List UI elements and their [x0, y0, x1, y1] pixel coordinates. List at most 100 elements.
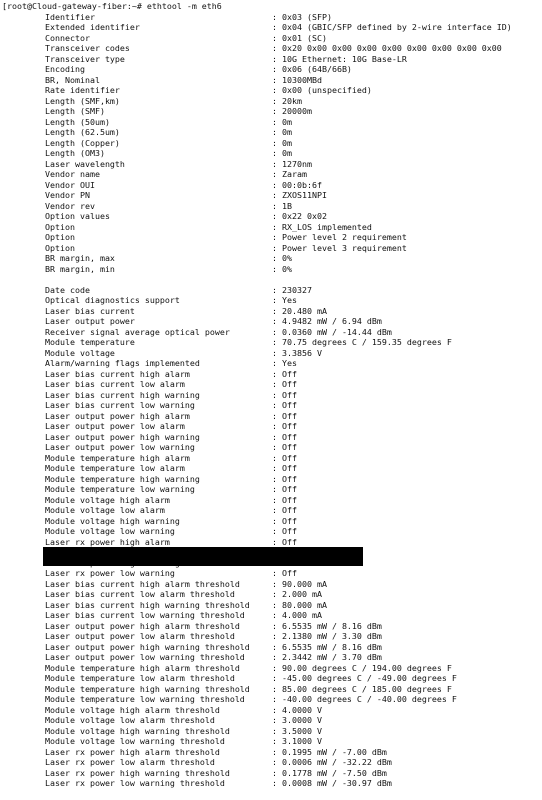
field-separator: :: [272, 190, 277, 200]
field-separator: :: [272, 368, 277, 379]
field-separator: :: [272, 662, 277, 673]
field-name: Encoding: [45, 64, 85, 74]
field-separator: :: [272, 242, 277, 253]
field-separator: :: [272, 43, 277, 53]
field-name: Length (SMF,km): [45, 95, 120, 106]
field-separator: :: [272, 316, 277, 326]
output-row: Laser bias current high alarm: Off: [0, 369, 542, 380]
field-separator: :: [272, 484, 277, 494]
field-value: Off: [282, 463, 297, 473]
field-separator: :: [272, 211, 277, 221]
field-value: Off: [282, 494, 297, 505]
field-name: Module temperature high alarm: [45, 452, 190, 463]
field-value: 20.480 mA: [282, 305, 327, 316]
field-name: Laser bias current high warning: [45, 389, 200, 400]
output-row: BR, Nominal:10300MBd: [0, 75, 542, 86]
field-separator: :: [272, 463, 277, 473]
output-row: Module voltage:3.3856 V: [0, 348, 542, 359]
field-name: Laser bias current low warning: [45, 400, 195, 410]
field-name: Transceiver codes: [45, 43, 130, 53]
field-name: Module voltage high warning threshold: [45, 725, 230, 736]
field-name: Laser output power low alarm: [45, 421, 185, 431]
output-row: Module voltage low alarm: Off: [0, 505, 542, 516]
field-value: 0%: [282, 253, 292, 263]
field-separator: :: [272, 494, 277, 505]
field-separator: :: [272, 379, 277, 389]
field-value: 6.5535 mW / 8.16 dBm: [282, 620, 382, 631]
field-separator: :: [272, 116, 277, 127]
output-row: Module temperature low alarm threshold: -…: [0, 673, 542, 684]
field-name: Laser output power high warning: [45, 431, 200, 442]
output-row: Laser wavelength:1270nm: [0, 159, 542, 170]
output-row: Laser bias current:20.480 mA: [0, 306, 542, 317]
field-name: Module temperature low warning: [45, 484, 195, 494]
field-value: 0x03 (SFP): [282, 11, 332, 22]
output-row: BR margin, min:0%: [0, 264, 542, 275]
terminal-window[interactable]: [root@Cloud-gateway-fiber:~# ethtool -m …: [0, 0, 542, 800]
field-value: 0x22 0x02: [282, 211, 327, 221]
field-separator: :: [272, 74, 277, 85]
output-row: Connector:0x01 (SC): [0, 33, 542, 44]
field-value: Off: [282, 526, 297, 536]
redacted-line-gap: [0, 274, 542, 285]
output-row: Module temperature:70.75 degrees C / 159…: [0, 337, 542, 348]
output-row: Laser rx power high alarm: Off: [0, 537, 542, 548]
field-name: Module temperature high warning: [45, 473, 200, 484]
field-name: Module voltage low warning threshold: [45, 736, 225, 746]
field-value: Off: [282, 505, 297, 515]
field-value: 20km: [282, 95, 302, 106]
field-value: Off: [282, 368, 297, 379]
field-separator: :: [272, 620, 277, 631]
output-row: Length (SMF):20000m: [0, 106, 542, 117]
field-name: Option: [45, 221, 75, 232]
field-value: 1B: [282, 200, 292, 211]
field-name: Vendor name: [45, 169, 100, 179]
field-name: Module temperature low warning threshold: [45, 694, 245, 704]
field-separator: :: [272, 400, 277, 410]
field-separator: :: [272, 652, 277, 662]
field-name: Date code: [45, 284, 90, 295]
field-separator: :: [272, 85, 277, 95]
field-name: Length (SMF): [45, 106, 105, 116]
field-name: Module temperature high warning threshol…: [45, 683, 250, 694]
field-separator: :: [272, 358, 277, 368]
field-name: Module voltage low alarm threshold: [45, 715, 215, 725]
field-separator: :: [272, 778, 277, 788]
field-name: Laser wavelength: [45, 158, 125, 169]
output-row: Module temperature high alarm threshold:…: [0, 663, 542, 674]
field-separator: :: [272, 568, 277, 578]
field-name: BR, Nominal: [45, 74, 100, 85]
field-separator: :: [272, 683, 277, 694]
field-name: Laser output power: [45, 316, 135, 326]
field-separator: :: [272, 53, 277, 64]
output-row: Laser output power high alarm threshold:…: [0, 621, 542, 632]
ethtool-output-block-2: Date code:230327 Optical diagnostics supp…: [0, 285, 542, 789]
field-value: 4.0000 V: [282, 704, 322, 715]
output-row: Module voltage high alarm threshold:4.00…: [0, 705, 542, 716]
field-name: Vendor OUI: [45, 179, 95, 190]
field-separator: :: [272, 631, 277, 641]
field-separator: :: [272, 736, 277, 746]
field-value: 3.0000 V: [282, 715, 322, 725]
field-value: 00:0b:6f: [282, 179, 322, 190]
field-value: 1270nm: [282, 158, 312, 169]
field-separator: :: [272, 263, 277, 274]
output-row: Vendor PN: ZXOS11NPI: [0, 190, 542, 201]
field-separator: :: [272, 389, 277, 400]
output-row: Length (Copper):0m: [0, 138, 542, 149]
field-name: Module voltage high warning: [45, 515, 180, 526]
field-name: Laser bias current high warning threshol…: [45, 599, 250, 610]
field-name: Option values: [45, 211, 110, 221]
field-value: -45.00 degrees C / -49.00 degrees F: [282, 673, 457, 683]
field-value: Yes: [282, 295, 297, 305]
field-separator: :: [272, 148, 277, 158]
output-row: Option values:0x22 0x02: [0, 211, 542, 222]
output-row: Vendor rev:1B: [0, 201, 542, 212]
field-separator: :: [272, 22, 277, 32]
field-name: Laser bias current low warning threshold: [45, 610, 245, 620]
field-name: Connector: [45, 32, 90, 43]
output-row: Date code:230327: [0, 285, 542, 296]
field-separator: :: [272, 179, 277, 190]
field-value: 0m: [282, 137, 292, 148]
output-row: Module temperature high warning: Off: [0, 474, 542, 485]
